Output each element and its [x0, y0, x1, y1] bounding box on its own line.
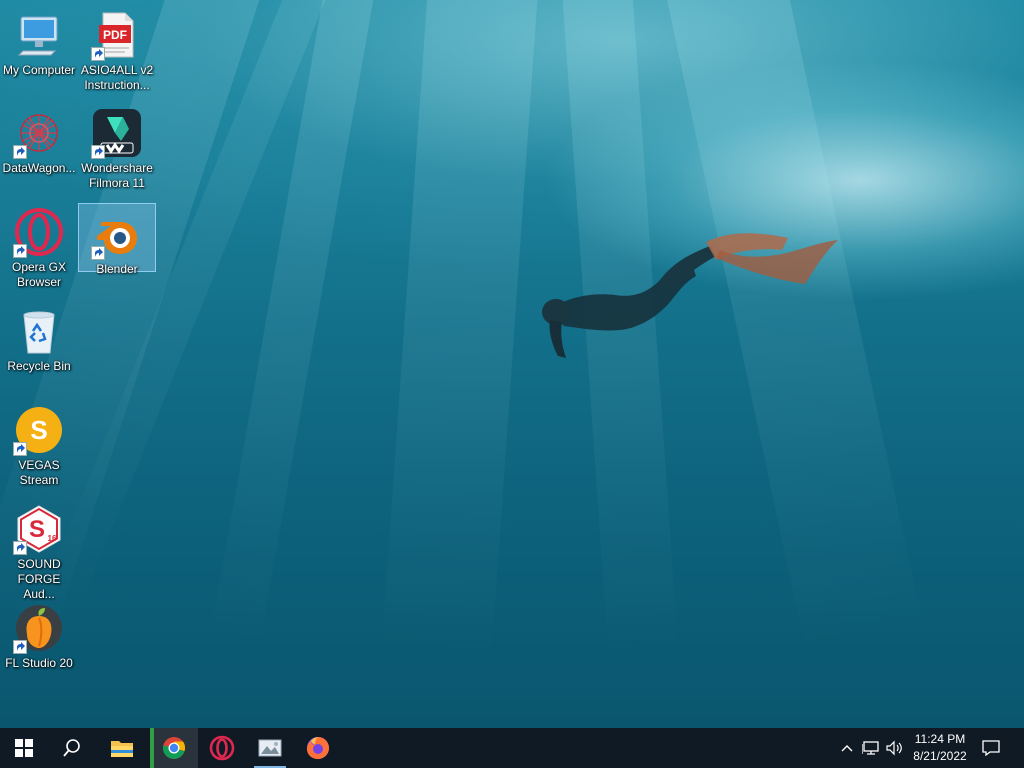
taskbar: 11:24 PM 8/21/2022 [0, 728, 1024, 768]
taskbar-chrome[interactable] [150, 728, 198, 768]
network-icon [862, 741, 879, 755]
desktop-icon-blender[interactable]: Blender [78, 203, 156, 276]
desktop-icon-my-computer[interactable]: My Computer [0, 4, 78, 96]
notification-icon [982, 740, 1000, 756]
desktop-icon-label: Blender [96, 262, 138, 276]
computer-icon [15, 11, 63, 59]
shortcut-arrow-icon [13, 640, 27, 654]
action-center-button[interactable] [980, 728, 1002, 768]
shortcut-arrow-icon [91, 47, 105, 61]
shortcut-arrow-icon [13, 541, 27, 555]
recycle-bin-icon [15, 307, 63, 355]
folder-icon [111, 741, 133, 757]
desktop-icon-label: Opera GX [11, 260, 67, 274]
opera-icon [209, 735, 235, 761]
search-button[interactable] [48, 728, 96, 768]
chrome-icon [162, 737, 185, 759]
shortcut-arrow-icon [13, 145, 27, 159]
desktop-icon-label: Filmora 11 [89, 176, 145, 190]
desktop-icon-label: FL Studio 20 [5, 656, 73, 670]
sound-forge-icon: S 16 [13, 505, 63, 555]
taskbar-opera[interactable] [198, 728, 246, 768]
start-button[interactable] [0, 728, 48, 768]
firefox-icon [307, 737, 329, 759]
desktop-icon-filmora[interactable]: Wondershare Filmora 11 [78, 102, 156, 194]
taskbar-media-app[interactable] [246, 728, 294, 768]
blender-icon [91, 210, 141, 260]
network-button[interactable] [860, 728, 882, 768]
desktop-icon-recycle-bin[interactable]: Recycle Bin [0, 300, 78, 392]
svg-text:PDF: PDF [103, 28, 127, 42]
shortcut-arrow-icon [91, 246, 105, 260]
desktop-icon-label: DataWagon... [2, 161, 76, 175]
pdf-file-icon: PDF [91, 11, 141, 61]
clock-date: 8/21/2022 [913, 749, 967, 763]
photo-viewer-icon [258, 739, 282, 757]
freediver-image [542, 233, 838, 358]
svg-text:S: S [29, 516, 45, 543]
clock-time: 11:24 PM [914, 732, 966, 746]
desktop-icon-label: Instruction... [84, 78, 150, 92]
desktop-icon-label: Browser [16, 275, 61, 289]
speaker-icon [886, 740, 902, 756]
show-hidden-icons-button[interactable] [836, 728, 858, 768]
taskbar-firefox[interactable] [294, 728, 342, 768]
desktop-icon-vegas-stream[interactable]: S VEGAS Stream [0, 399, 78, 491]
desktop-icon-label: Wondershare [81, 161, 153, 175]
shortcut-arrow-icon [13, 442, 27, 456]
desktop-icon-label: VEGAS [18, 458, 60, 472]
taskbar-file-explorer[interactable] [98, 728, 146, 768]
fl-studio-icon [13, 604, 63, 654]
desktop-icon-fl-studio[interactable]: FL Studio 20 [0, 597, 78, 689]
vegas-stream-icon: S [13, 406, 63, 456]
svg-text:S: S [30, 415, 47, 445]
volume-button[interactable] [884, 728, 906, 768]
search-icon [63, 739, 80, 757]
desktop-icon-label: Stream [19, 473, 59, 487]
datawagon-icon [13, 109, 63, 159]
desktop-icon-opera-gx[interactable]: Opera GX Browser [0, 201, 78, 293]
opera-gx-icon [13, 208, 63, 258]
shortcut-arrow-icon [13, 244, 27, 258]
desktop-icon-label: My Computer [2, 63, 76, 77]
shortcut-arrow-icon [91, 145, 105, 159]
desktop-icon-label: Recycle Bin [7, 359, 71, 373]
desktop-icon-label: SOUND [17, 557, 61, 571]
desktop-icon-datawagon[interactable]: DataWagon... [0, 102, 78, 194]
taskbar-clock[interactable]: 11:24 PM 8/21/2022 [908, 728, 972, 768]
svg-text:16: 16 [48, 534, 57, 543]
windows-logo-icon [15, 739, 33, 757]
desktop-icon-asio4all[interactable]: PDF ASIO4ALL v2 Instruction... [78, 4, 156, 96]
desktop-icon-sound-forge[interactable]: S 16 SOUND FORGE Aud... [0, 498, 78, 601]
filmora-icon [91, 109, 141, 159]
desktop-icon-label: ASIO4ALL v2 [80, 63, 154, 77]
chevron-up-icon [841, 745, 853, 752]
